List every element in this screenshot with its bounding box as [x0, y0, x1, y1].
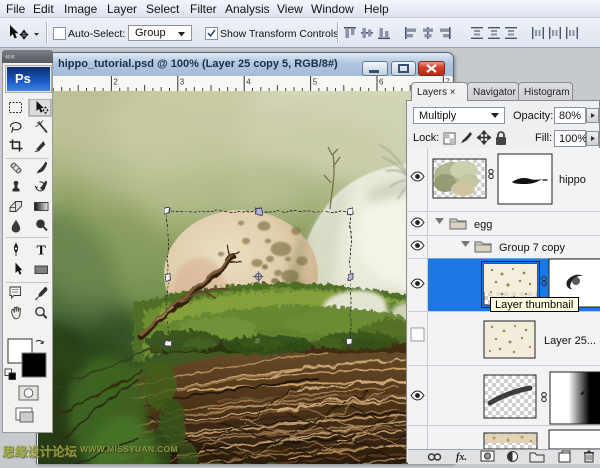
svg-text:Layer 25...: Layer 25... [544, 335, 596, 347]
svg-text:egg: egg [474, 219, 492, 231]
svg-text:2: 2 [113, 78, 118, 87]
svg-text:T: T [37, 244, 47, 259]
svg-text:fx.: fx. [456, 452, 467, 463]
svg-text:3: 3 [180, 78, 185, 87]
svg-text:4: 4 [246, 78, 251, 87]
svg-text:6: 6 [379, 78, 384, 87]
svg-text:hippo: hippo [559, 174, 586, 186]
svg-text:Group 7 copy: Group 7 copy [499, 242, 566, 254]
svg-text:5: 5 [313, 78, 318, 87]
